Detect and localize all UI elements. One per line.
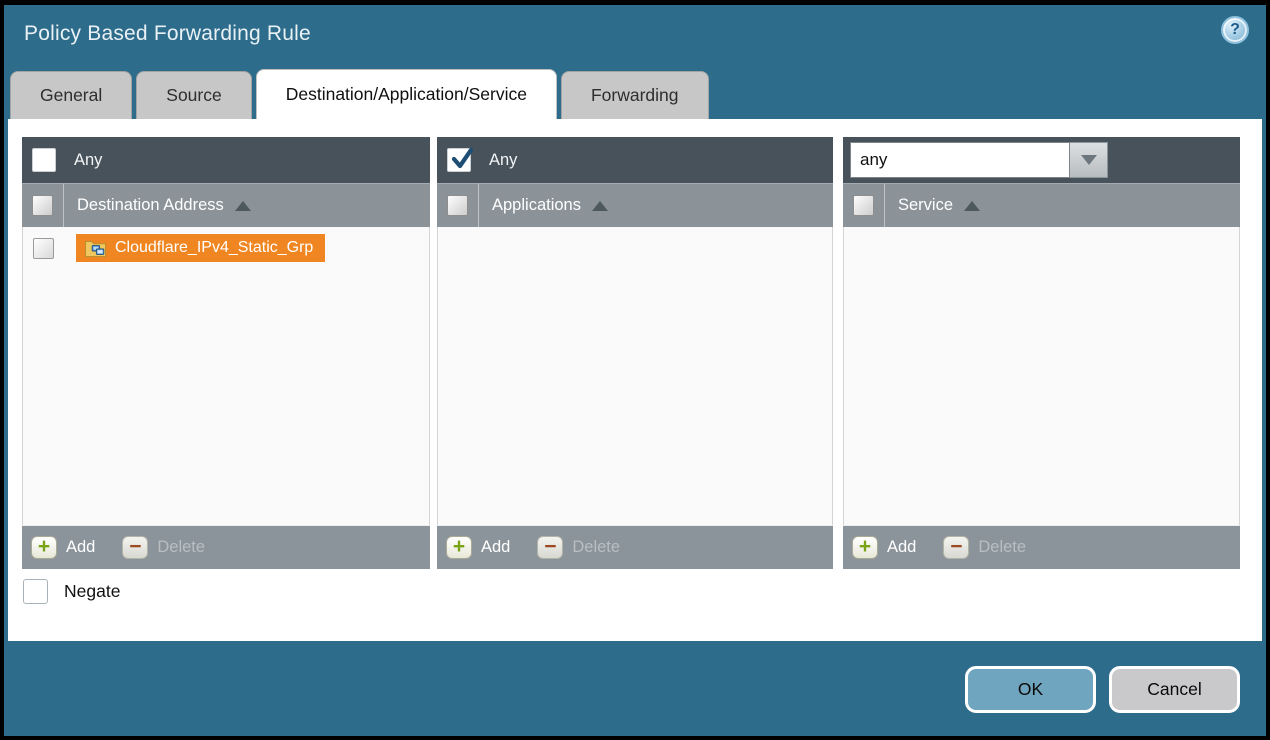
address-group-icon [85,238,106,257]
service-dropdown [850,142,1108,178]
title-bar: Policy Based Forwarding Rule ? [4,5,1266,67]
negate-label: Negate [64,581,120,602]
applications-add-button[interactable]: + Add [446,536,510,559]
applications-any-label: Any [489,151,517,170]
tab-general[interactable]: General [10,71,132,119]
tab-forwarding[interactable]: Forwarding [561,71,709,119]
tab-bar: General Source Destination/Application/S… [10,69,709,119]
service-select-all-cell [843,184,885,227]
applications-any-bar: Any [437,137,833,183]
plus-icon: + [31,536,57,559]
service-delete-button[interactable]: − Delete [943,536,1026,559]
ok-button[interactable]: OK [965,666,1096,713]
chevron-down-icon [1081,155,1097,165]
service-header-label: Service [898,184,953,227]
applications-list [437,227,833,525]
destination-any-bar: Any [22,137,430,183]
negate-checkbox[interactable] [23,579,48,604]
applications-column: Any Applications + Add − Delete [437,137,833,569]
applications-any-checkbox[interactable] [447,148,471,172]
help-icon[interactable]: ? [1221,16,1249,44]
destination-list: Cloudflare_IPv4_Static_Grp [22,227,430,525]
dialog-title: Policy Based Forwarding Rule [24,22,311,46]
destination-toolbar: + Add − Delete [22,525,430,569]
negate-row: Negate [23,579,120,604]
address-group-name: Cloudflare_IPv4_Static_Grp [115,239,313,257]
sort-ascending-icon [964,201,980,211]
minus-icon: − [122,536,148,559]
destination-select-all-cell [22,184,64,227]
applications-header-row[interactable]: Applications [437,183,833,227]
minus-icon: − [943,536,969,559]
destination-column: Any Destination Address [22,137,430,569]
check-mark-icon [449,146,475,172]
applications-header-label: Applications [492,184,581,227]
minus-icon: − [537,536,563,559]
service-add-button[interactable]: + Add [852,536,916,559]
plus-icon: + [852,536,878,559]
content-panel: Any Destination Address [8,119,1262,641]
sort-ascending-icon [592,201,608,211]
dialog-actions: OK Cancel [965,666,1240,713]
service-dropdown-input[interactable] [850,142,1070,178]
plus-icon: + [446,536,472,559]
destination-any-label: Any [74,151,102,170]
service-dropdown-button[interactable] [1070,142,1108,178]
destination-select-all-checkbox[interactable] [32,195,53,216]
service-toolbar: + Add − Delete [843,525,1240,569]
service-any-bar [843,137,1240,183]
destination-list-item[interactable]: Cloudflare_IPv4_Static_Grp [23,227,429,262]
service-header-row[interactable]: Service [843,183,1240,227]
service-select-all-checkbox[interactable] [853,195,874,216]
destination-header-row[interactable]: Destination Address [22,183,430,227]
applications-delete-button[interactable]: − Delete [537,536,620,559]
destination-any-checkbox[interactable] [32,148,56,172]
applications-select-all-cell [437,184,479,227]
pbf-rule-dialog: Policy Based Forwarding Rule ? General S… [4,5,1266,736]
applications-select-all-checkbox[interactable] [447,195,468,216]
service-list [843,227,1240,525]
tab-source[interactable]: Source [136,71,251,119]
destination-header-label: Destination Address [77,184,224,227]
applications-toolbar: + Add − Delete [437,525,833,569]
help-glyph: ? [1230,21,1240,39]
tab-destination-application-service[interactable]: Destination/Application/Service [256,69,557,119]
sort-ascending-icon [235,201,251,211]
destination-delete-button[interactable]: − Delete [122,536,205,559]
selected-address-group[interactable]: Cloudflare_IPv4_Static_Grp [76,234,325,262]
cancel-button[interactable]: Cancel [1109,666,1240,713]
row-checkbox[interactable] [33,238,54,259]
service-column: Service + Add − Delete [843,137,1240,569]
destination-add-button[interactable]: + Add [31,536,95,559]
